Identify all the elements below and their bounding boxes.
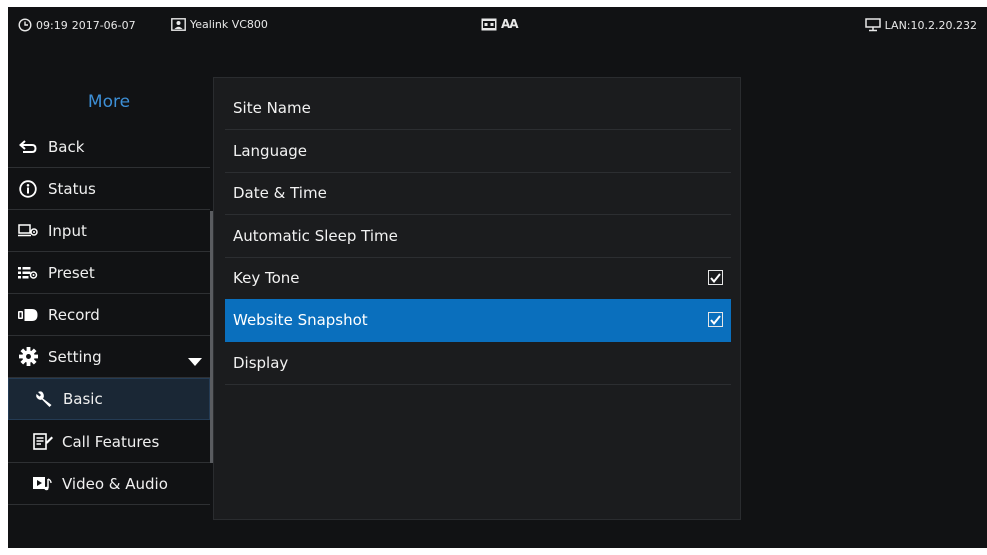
sidebar-item-status[interactable]: Status [8, 168, 210, 210]
sidebar-item-video-audio[interactable]: Video & Audio [8, 463, 210, 505]
row-label: Website Snapshot [233, 311, 368, 329]
sidebar-title: More [87, 92, 131, 112]
list-item-site-name[interactable]: Site Name [225, 87, 731, 130]
list-item-automatic-sleep-time[interactable]: Automatic Sleep Time [225, 215, 731, 258]
row-label: Language [233, 142, 308, 160]
sidebar-item-preset[interactable]: Preset [8, 252, 210, 294]
sidebar-item-record[interactable]: Record [8, 294, 210, 336]
status-time: 09:19 [36, 18, 68, 32]
row-label: Automatic Sleep Time [233, 227, 398, 245]
list-item-date-time[interactable]: Date & Time [225, 172, 731, 215]
clock-status: 09:19 2017-06-07 [18, 18, 136, 32]
sidebar-item-label: Record [48, 305, 100, 324]
record-icon [17, 304, 39, 326]
lan-monitor-icon [864, 18, 881, 32]
sidebar-item-label: Input [48, 221, 87, 240]
sidebar-item-label: Setting [48, 347, 102, 366]
checkmark-icon [710, 314, 721, 325]
row-label: Key Tone [233, 269, 300, 287]
sidebar-item-label: Status [48, 179, 96, 198]
sidebar-item-basic[interactable]: Basic [8, 378, 210, 420]
wrench-icon [33, 388, 55, 410]
chevron-down-icon [188, 352, 202, 370]
sidebar-item-label: Video & Audio [62, 474, 168, 493]
list-item-website-snapshot[interactable]: Website Snapshot [225, 299, 731, 342]
row-label: Date & Time [233, 184, 327, 202]
sidebar-item-setting[interactable]: Setting [8, 336, 210, 378]
list-item-key-tone[interactable]: Key Tone [225, 257, 731, 300]
device-screen: 09:19 2017-06-07 Yealink VC800 AA LAN:10… [8, 7, 987, 548]
list-item-language[interactable]: Language [225, 130, 731, 173]
sidebar-item-back[interactable]: Back [8, 126, 210, 168]
font-size-icon: AA [501, 17, 519, 31]
sidebar-item-call-features[interactable]: Call Features [8, 421, 210, 463]
sidebar-item-label: Basic [63, 390, 103, 408]
row-label: Display [233, 354, 289, 372]
status-date: 2017-06-07 [71, 18, 136, 32]
call-features-icon [32, 431, 54, 453]
preset-icon [17, 262, 39, 284]
input-source-icon [17, 220, 39, 242]
network-address: LAN:10.2.20.232 [884, 18, 977, 32]
website-snapshot-checkbox[interactable] [708, 312, 723, 327]
sidebar-menu: More Back Status Input Preset Record Set… [8, 85, 210, 505]
clock-icon [18, 18, 32, 32]
list-item-display[interactable]: Display [225, 342, 731, 385]
device-name: Yealink VC800 [190, 18, 268, 31]
gear-icon [17, 346, 39, 368]
contact-card-icon [171, 18, 186, 31]
device-status: Yealink VC800 [171, 18, 268, 31]
sidebar-item-label: Preset [48, 263, 95, 282]
status-bar: 09:19 2017-06-07 Yealink VC800 AA LAN:10… [8, 7, 987, 45]
checkmark-icon [710, 272, 721, 283]
sidebar-item-label: Back [48, 137, 85, 156]
sidebar-item-label: Call Features [62, 432, 160, 451]
network-status: LAN:10.2.20.232 [864, 18, 977, 32]
settings-panel: Site Name Language Date & Time Automatic… [213, 77, 741, 520]
info-icon [17, 178, 39, 200]
sidebar-item-input[interactable]: Input [8, 210, 210, 252]
video-audio-icon [32, 473, 54, 495]
center-indicators: AA [481, 17, 519, 31]
row-label: Site Name [233, 99, 311, 117]
key-tone-checkbox[interactable] [708, 270, 723, 285]
back-arrow-icon [17, 136, 39, 158]
vcr-input-icon [481, 18, 497, 31]
